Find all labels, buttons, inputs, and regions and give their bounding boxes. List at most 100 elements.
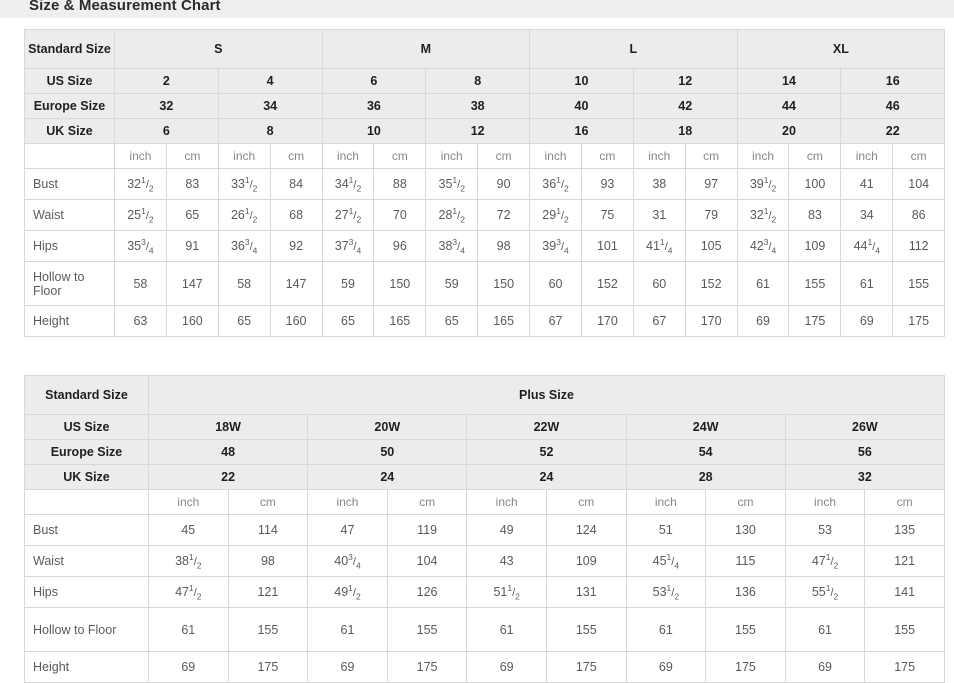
measurement-value: 69 [784, 651, 866, 683]
measurement-value: 152 [684, 261, 738, 306]
fraction-value: 261/2 [230, 205, 258, 225]
table-row: inch cm inch cm inch cm inch cm inch cm [24, 489, 945, 515]
table-row: inch cm inch cm inch cm inch cm inch cm inch cm inch… [24, 143, 946, 169]
fraction-value: 321/2 [127, 174, 154, 194]
table-row: Waist 251/2 65 261/2 68 271/2 70 281/2 72 291/2 75… [24, 199, 946, 231]
measurement-value: 155 [788, 261, 842, 306]
fraction-value: 531/2 [652, 582, 680, 602]
size-value-us: 20W [307, 414, 468, 440]
measurement-value: 86 [892, 199, 946, 231]
measurement-value: 155 [386, 607, 468, 652]
unit-header: cm [705, 489, 786, 515]
measurement-value: 135 [864, 514, 945, 546]
unit-header: cm [386, 489, 468, 515]
fraction-value: 391/2 [749, 174, 777, 194]
measurement-label: Hollow to Floor [24, 607, 149, 652]
measurement-value: 175 [386, 651, 468, 683]
unit-header: cm [373, 143, 427, 169]
measurement-value: 47 [307, 514, 388, 546]
measurement-value: 155 [227, 607, 309, 652]
measurement-value: 45 [148, 514, 229, 546]
measurement-value: 114 [227, 514, 309, 546]
table-row: Hollow to Floor 61 155 61 155 61 155 61 155 61 155 [24, 607, 945, 652]
measurement-value: 105 [684, 230, 738, 262]
fraction-value: 383/4 [438, 236, 465, 256]
table-row: Hollow to Floor 58 147 58 147 59 150 59 150 60 152… [24, 261, 946, 306]
fraction-value: 363/4 [230, 236, 258, 256]
standard-size-table: Standard Size S M L XL US Size 2 4 6 8 10 12 14 16 Eur… [24, 29, 946, 337]
table-row: Height 69 175 69 175 69 175 69 175 69 175 [24, 651, 945, 683]
measurement-value: 383/4 [425, 230, 479, 262]
measurement-value: 281/2 [425, 199, 479, 231]
standard-size-chart-container: Standard Size S M L XL US Size 2 4 6 8 10 12 14 16 Eur… [24, 29, 946, 337]
measurement-value: 165 [373, 305, 427, 337]
size-value-europe: 34 [217, 93, 323, 119]
fraction-value: 511/2 [493, 582, 520, 602]
measurement-value: 60 [529, 261, 582, 306]
measurement-value: 88 [373, 168, 427, 200]
measurement-value: 363/4 [217, 230, 271, 262]
table-row: US Size 18W 20W 22W 24W 26W [24, 414, 945, 440]
size-value-europe: 44 [736, 93, 842, 119]
fraction-value: 423/4 [749, 236, 777, 256]
table-row: Standard Size S M L XL [24, 29, 946, 69]
unit-header: inch [148, 489, 229, 515]
measurement-value: 403/4 [307, 545, 388, 577]
fraction-value: 471/2 [175, 582, 202, 602]
measurement-value: 109 [545, 545, 627, 577]
measurement-value: 69 [148, 651, 229, 683]
measurement-value: 165 [477, 305, 531, 337]
fraction-value: 403/4 [334, 551, 361, 571]
measurement-value: 65 [321, 305, 375, 337]
unit-header: cm [684, 143, 738, 169]
measurement-value: 104 [386, 545, 468, 577]
size-value-europe: 50 [307, 439, 468, 465]
measurement-value: 150 [373, 261, 427, 306]
measurement-value: 121 [227, 576, 309, 608]
measurement-value: 170 [684, 305, 738, 337]
fraction-value: 353/4 [127, 236, 154, 256]
measurement-value: 60 [632, 261, 686, 306]
fraction-value: 551/2 [811, 582, 839, 602]
measurement-value: 131 [545, 576, 627, 608]
unit-header: inch [217, 143, 271, 169]
size-value-us: 4 [217, 68, 323, 94]
measurement-value: 97 [684, 168, 738, 200]
measurement-value: 65 [165, 199, 219, 231]
measurement-value: 147 [269, 261, 323, 306]
table-row: Height 63 160 65 160 65 165 65 165 67 170 67 170 69 17… [24, 305, 946, 337]
measurement-value: 63 [114, 305, 167, 337]
size-group-header: Plus Size [148, 375, 945, 415]
size-value-us: 24W [625, 414, 786, 440]
measurement-label: Height [24, 305, 115, 337]
row-label-uk-size: UK Size [24, 118, 115, 144]
fraction-value: 373/4 [334, 236, 362, 256]
fraction-value: 411/4 [646, 236, 673, 256]
measurement-value: 155 [705, 607, 786, 652]
row-label-europe-size: Europe Size [24, 93, 115, 119]
measurement-value: 441/4 [840, 230, 894, 262]
measurement-value: 38 [632, 168, 686, 200]
table-row: Bust 45 114 47 119 49 124 51 130 53 135 [24, 514, 945, 546]
table-row: US Size 2 4 6 8 10 12 14 16 [24, 68, 946, 94]
fraction-value: 271/2 [334, 205, 362, 225]
measurement-value: 119 [386, 514, 468, 546]
measurement-value: 451/4 [625, 545, 707, 577]
size-value-us: 16 [840, 68, 946, 94]
measurement-value: 175 [705, 651, 786, 683]
row-label-europe-size: Europe Size [24, 439, 149, 465]
table-row: Waist 381/2 98 403/4 104 43 109 451/4 115 471/2 12… [24, 545, 945, 577]
measurement-value: 150 [477, 261, 531, 306]
size-value-us: 22W [466, 414, 627, 440]
measurement-value: 93 [580, 168, 634, 200]
row-label-blank [24, 489, 149, 515]
size-group-header: XL [736, 29, 946, 69]
measurement-value: 58 [114, 261, 167, 306]
unit-header: inch [632, 143, 686, 169]
measurement-value: 69 [625, 651, 707, 683]
size-value-us: 14 [736, 68, 842, 94]
size-value-us: 26W [784, 414, 945, 440]
measurement-value: 100 [788, 168, 842, 200]
fraction-value: 441/4 [853, 236, 880, 256]
size-value-europe: 52 [466, 439, 627, 465]
